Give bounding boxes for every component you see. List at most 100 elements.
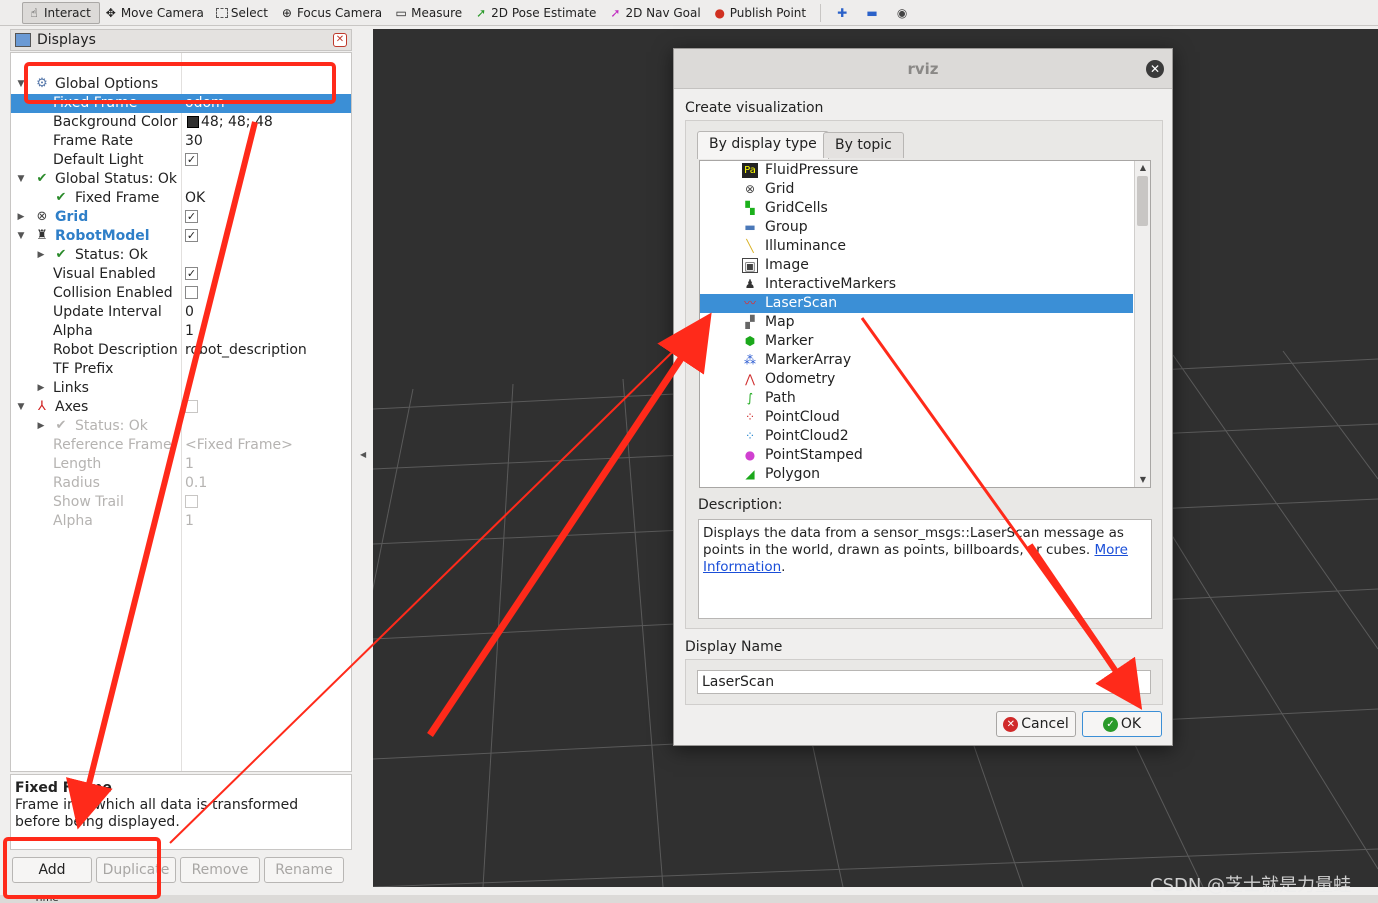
focus-camera-tool[interactable]: ⊕ Focus Camera — [276, 2, 390, 24]
show-trail-checkbox[interactable] — [185, 495, 198, 508]
list-item[interactable]: ● PointStamped — [700, 446, 1133, 465]
tree-row-visual-enabled[interactable]: Visual Enabled ✓ — [11, 265, 351, 284]
measure-tool[interactable]: ▭ Measure — [390, 2, 470, 24]
grid-cells-icon: ▚ — [745, 201, 755, 215]
tree-row-collision-enabled[interactable]: Collision Enabled — [11, 284, 351, 303]
tab-by-topic[interactable]: By topic — [823, 132, 904, 158]
displays-title: Displays — [37, 32, 96, 48]
panel-splitter-arrow[interactable]: ◀ — [360, 450, 366, 459]
add-tool-button[interactable]: ✚ — [827, 2, 857, 24]
information-link[interactable]: Information — [703, 559, 781, 575]
chevron-down-icon[interactable]: ▼ — [16, 170, 26, 189]
tree-row-tf-prefix[interactable]: TF Prefix — [11, 360, 351, 379]
list-item[interactable]: ⁂ MarkerArray — [700, 351, 1133, 370]
chevron-down-icon[interactable]: ▼ — [16, 398, 26, 417]
2d-pose-estimate-tool[interactable]: ➚ 2D Pose Estimate — [470, 2, 604, 24]
more-link[interactable]: More — [1094, 542, 1127, 558]
chevron-down-icon[interactable]: ▼ — [16, 75, 26, 94]
tree-row-alpha[interactable]: Alpha 1 — [11, 322, 351, 341]
tree-row-update-interval[interactable]: Update Interval 0 — [11, 303, 351, 322]
list-item[interactable]: ⋀ Odometry — [700, 370, 1133, 389]
list-item[interactable]: ⁘ PointCloud2 — [700, 427, 1133, 446]
list-item[interactable]: ▚ GridCells — [700, 199, 1133, 218]
ok-button[interactable]: ✓ OK — [1082, 711, 1162, 737]
list-item[interactable]: ♟ InteractiveMarkers — [700, 275, 1133, 294]
ok-check-icon: ✓ — [1102, 716, 1118, 732]
visual-enabled-checkbox[interactable]: ✓ — [185, 267, 198, 280]
list-item[interactable]: ▬ Group — [700, 218, 1133, 237]
toolbar-separator — [820, 3, 822, 22]
rename-button[interactable]: Rename — [264, 857, 344, 883]
scroll-thumb[interactable] — [1137, 176, 1148, 226]
list-item[interactable]: ▞ Map — [700, 313, 1133, 332]
close-icon[interactable]: ✕ — [1146, 60, 1164, 78]
green-arrow-icon: ➚ — [476, 5, 487, 20]
tree-row-robotmodel-status[interactable]: ▶ ✔ Status: Ok — [11, 246, 351, 265]
tree-row-grid[interactable]: ▶ ⊗ Grid ✓ — [11, 208, 351, 227]
select-tool[interactable]: Select — [212, 2, 276, 24]
chevron-right-icon[interactable]: ▶ — [16, 208, 26, 227]
list-item[interactable]: ▣ Image — [700, 256, 1133, 275]
tree-row-axes-status[interactable]: ▶ ✔ Status: Ok — [11, 417, 351, 436]
cancel-button[interactable]: ✕ Cancel — [996, 711, 1076, 737]
duplicate-button[interactable]: Duplicate — [96, 857, 176, 883]
view-options-button[interactable]: ◉ — [887, 2, 917, 24]
displays-tree[interactable]: ▼ ⚙ Global Options Fixed Frame odom Back… — [10, 52, 352, 772]
tree-row-global-options[interactable]: ▼ ⚙ Global Options — [11, 75, 351, 94]
scroll-up-icon[interactable]: ▲ — [1138, 163, 1148, 173]
list-item[interactable]: Pa FluidPressure — [700, 161, 1133, 180]
add-button[interactable]: Add — [12, 857, 92, 883]
display-type-list[interactable]: Pa FluidPressure ⊗ Grid ▚ GridCells ▬ Group … — [699, 160, 1151, 488]
selection-rectangle-icon — [215, 7, 228, 18]
close-icon[interactable]: ✕ — [333, 33, 347, 47]
display-name-input[interactable] — [697, 670, 1151, 694]
publish-point-tool[interactable]: ● Publish Point — [709, 2, 814, 24]
list-item-selected[interactable]: 〰 LaserScan — [700, 294, 1133, 313]
tree-row-axes[interactable]: ▼ ⅄ Axes — [11, 398, 351, 417]
list-item[interactable]: ⊗ Grid — [700, 180, 1133, 199]
interact-tool[interactable]: ☝ Interact — [22, 1, 100, 24]
monitor-icon — [15, 33, 31, 47]
color-swatch[interactable] — [187, 116, 199, 128]
move-camera-tool[interactable]: ✥ Move Camera — [100, 2, 212, 24]
scroll-down-icon[interactable]: ▼ — [1138, 475, 1148, 485]
chevron-down-icon[interactable]: ▼ — [16, 227, 26, 246]
robotmodel-enabled-checkbox[interactable]: ✓ — [185, 229, 198, 242]
list-item[interactable]: ⁘ PointCloud — [700, 408, 1133, 427]
tree-row-fixed-frame[interactable]: Fixed Frame odom — [11, 94, 351, 113]
tree-row-links[interactable]: ▶ Links — [11, 379, 351, 398]
remove-button[interactable]: Remove — [180, 857, 260, 883]
collision-enabled-checkbox[interactable] — [185, 286, 198, 299]
list-item[interactable]: ∫ Path — [700, 389, 1133, 408]
tree-row-reference-frame[interactable]: Reference Frame <Fixed Frame> — [11, 436, 351, 455]
remove-tool-button[interactable]: ▬ — [857, 2, 887, 24]
tree-row-show-trail[interactable]: Show Trail — [11, 493, 351, 512]
tree-row-radius[interactable]: Radius 0.1 — [11, 474, 351, 493]
axes-enabled-checkbox[interactable] — [185, 400, 198, 413]
chevron-right-icon[interactable]: ▶ — [36, 246, 46, 265]
tree-row-default-light[interactable]: Default Light ✓ — [11, 151, 351, 170]
list-item[interactable]: ╲ Illuminance — [700, 237, 1133, 256]
chevron-right-icon[interactable]: ▶ — [36, 417, 46, 436]
tree-row-robotmodel[interactable]: ▼ ♜ RobotModel ✓ — [11, 227, 351, 246]
tree-row-background-color[interactable]: Background Color 48; 48; 48 — [11, 113, 351, 132]
list-item[interactable]: ⬢ Marker — [700, 332, 1133, 351]
list-scrollbar[interactable]: ▲ ▼ — [1134, 161, 1150, 487]
tree-row-length[interactable]: Length 1 — [11, 455, 351, 474]
tree-row-frame-rate[interactable]: Frame Rate 30 — [11, 132, 351, 151]
tree-row-robot-description[interactable]: Robot Description robot_description — [11, 341, 351, 360]
tab-by-display-type[interactable]: By display type — [697, 131, 829, 159]
chevron-right-icon[interactable]: ▶ — [36, 379, 46, 398]
2d-nav-goal-tool[interactable]: ➚ 2D Nav Goal — [604, 2, 708, 24]
grid-enabled-checkbox[interactable]: ✓ — [185, 210, 198, 223]
description-label: Description: — [698, 497, 783, 513]
displays-panel: Displays ✕ ▼ ⚙ Global Options Fixed Fram… — [10, 29, 352, 895]
cancel-icon: ✕ — [1003, 716, 1019, 732]
plus-icon: ✚ — [837, 5, 848, 20]
tree-row-fixed-frame-status[interactable]: ✔ Fixed Frame OK — [11, 189, 351, 208]
default-light-checkbox[interactable]: ✓ — [185, 153, 198, 166]
list-item[interactable]: ◢ Polygon — [700, 465, 1133, 484]
tree-row-global-status[interactable]: ▼ ✔ Global Status: Ok — [11, 170, 351, 189]
tree-row-axes-alpha[interactable]: Alpha 1 — [11, 512, 351, 531]
checkmark-icon: ✔ — [55, 247, 67, 262]
